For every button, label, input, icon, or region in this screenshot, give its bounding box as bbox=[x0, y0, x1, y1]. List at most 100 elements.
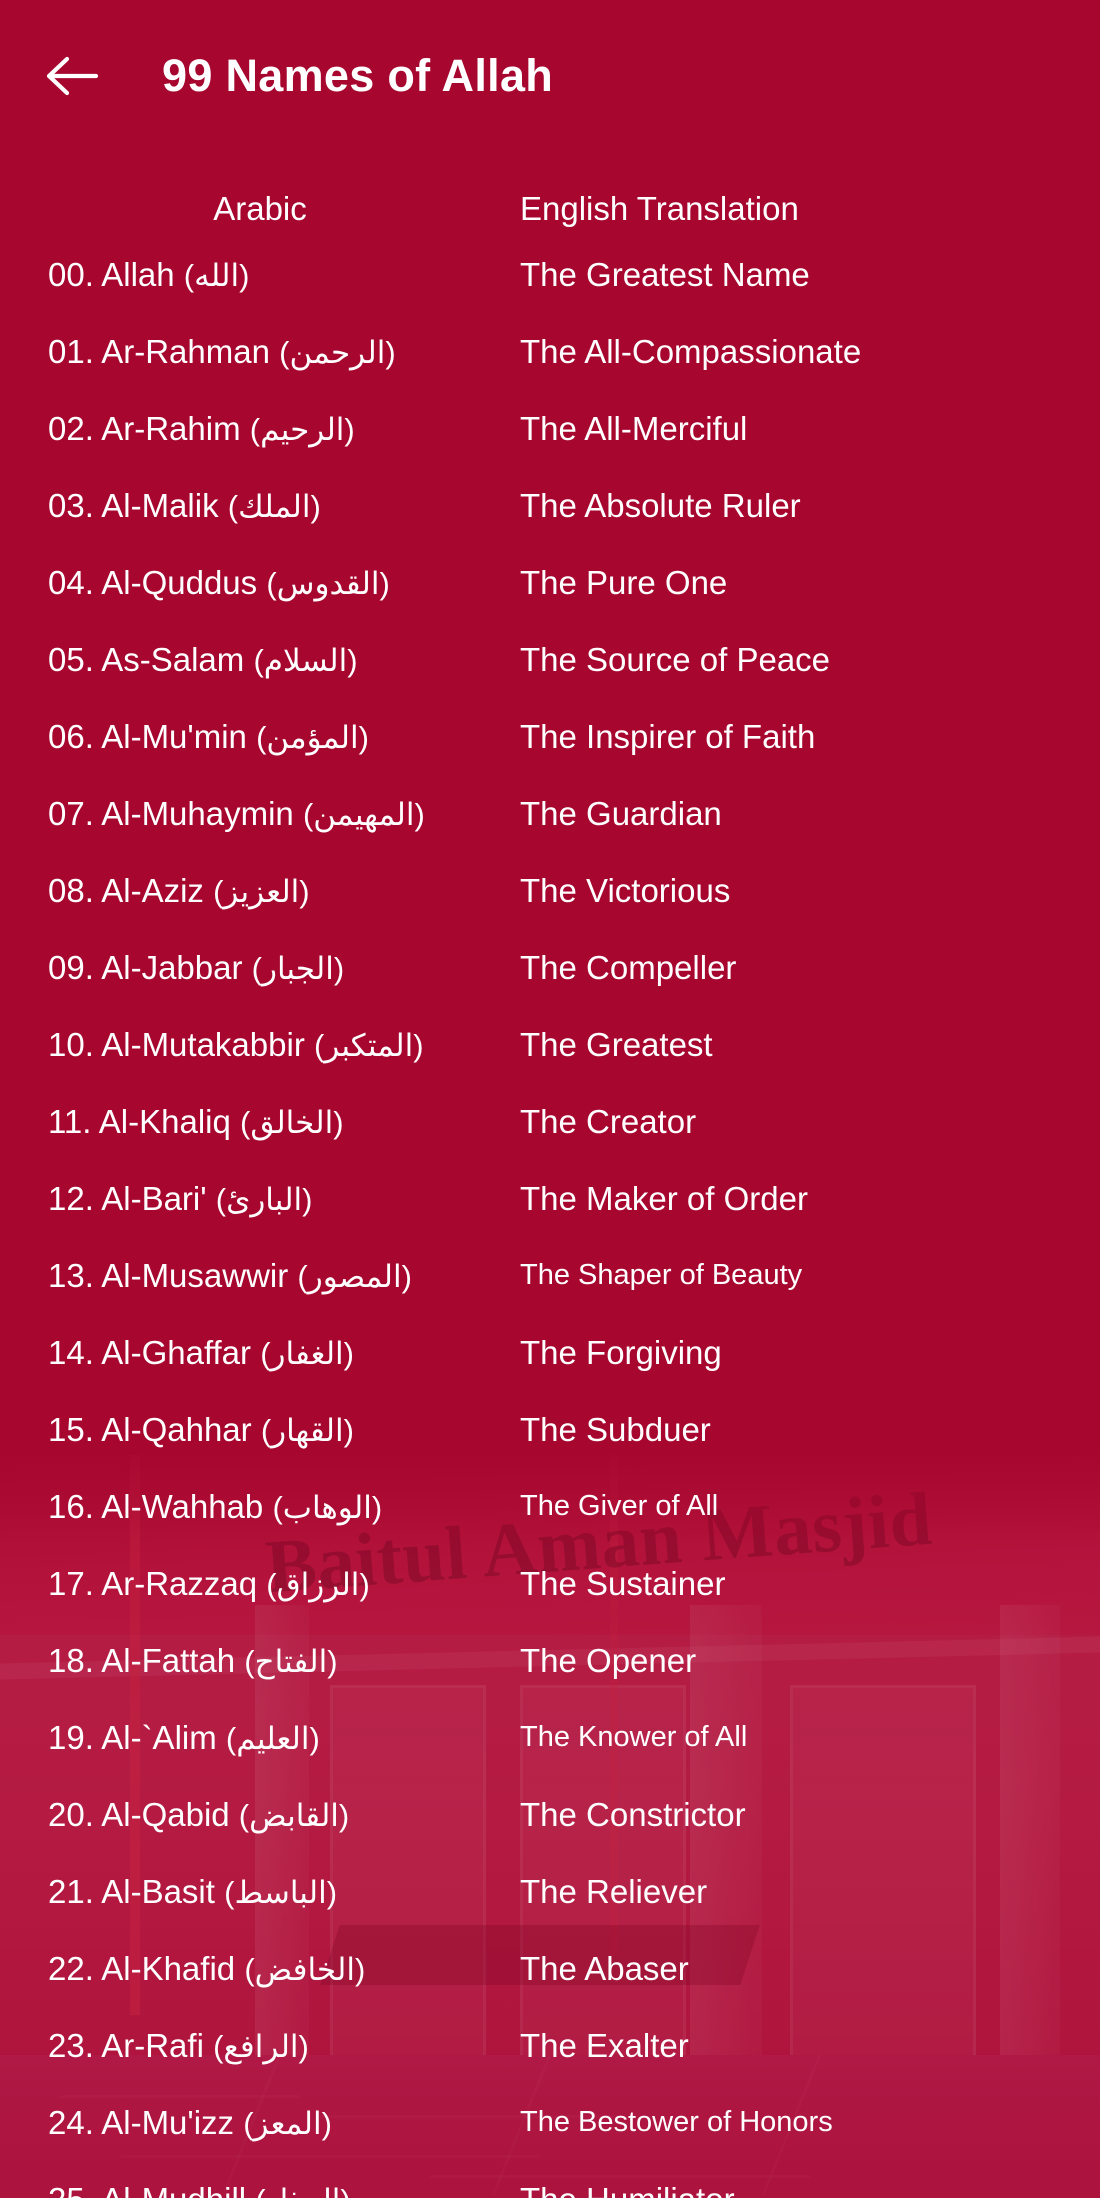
name-transliteration-cell: 04. Al-Quddus (القدوس) bbox=[0, 564, 520, 602]
table-row[interactable]: 22. Al-Khafid (الخافض) The Abaser bbox=[0, 1930, 1100, 2007]
name-latin: Al-Muhaymin bbox=[101, 794, 294, 832]
name-arabic: (المعز) bbox=[243, 2105, 332, 2141]
name-translation-cell: The Bestower of Honors bbox=[520, 2106, 833, 2138]
name-translation-cell: The Guardian bbox=[520, 794, 722, 832]
name-index: 04. bbox=[48, 563, 94, 601]
name-index: 24. bbox=[48, 2103, 94, 2141]
table-row[interactable]: 05. As-Salam (السلام) The Source of Peace bbox=[0, 621, 1100, 698]
name-transliteration-cell: 22. Al-Khafid (الخافض) bbox=[0, 1950, 520, 1988]
table-row[interactable]: 06. Al-Mu'min (المؤمن) The Inspirer of Fa… bbox=[0, 698, 1100, 775]
table-row[interactable]: 12. Al-Bari' (البارئ) The Maker of Order bbox=[0, 1160, 1100, 1237]
name-translation-cell: The Knower of All bbox=[520, 1721, 748, 1753]
name-translation-cell: The All-Merciful bbox=[520, 409, 748, 447]
name-latin: Al-Jabbar bbox=[101, 948, 243, 986]
app-root: Baitul Aman Masjid 99 Names of Allah Ara… bbox=[0, 0, 1100, 2198]
table-row[interactable]: 24. Al-Mu'izz (المعز) The Bestower of Hon… bbox=[0, 2084, 1100, 2161]
name-transliteration-cell: 07. Al-Muhaymin (المهيمن) bbox=[0, 795, 520, 833]
table-row[interactable]: 08. Al-Aziz (العزيز) The Victorious bbox=[0, 852, 1100, 929]
column-header-english: English Translation bbox=[520, 190, 799, 227]
name-index: 08. bbox=[48, 871, 94, 909]
name-transliteration-cell: 03. Al-Malik (الملك) bbox=[0, 487, 520, 525]
name-latin: Al-Bari' bbox=[101, 1179, 207, 1217]
table-row[interactable]: 07. Al-Muhaymin (المهيمن) The Guardian bbox=[0, 775, 1100, 852]
back-arrow-icon[interactable] bbox=[42, 45, 104, 107]
name-latin: Ar-Rafi bbox=[101, 2026, 204, 2064]
table-row[interactable]: 21. Al-Basit (الباسط) The Reliever bbox=[0, 1853, 1100, 1930]
name-arabic: (الرزاق) bbox=[266, 1566, 370, 1602]
name-transliteration-cell: 11. Al-Khaliq (الخالق) bbox=[0, 1103, 520, 1141]
name-index: 06. bbox=[48, 717, 94, 755]
table-row[interactable]: 00. Allah (الله) The Greatest Name bbox=[0, 236, 1100, 313]
name-arabic: (الخافض) bbox=[244, 1951, 366, 1987]
table-row[interactable]: 14. Al-Ghaffar (الغفار) The Forgiving bbox=[0, 1314, 1100, 1391]
name-translation-cell: The Shaper of Beauty bbox=[520, 1259, 803, 1291]
name-arabic: (الوهاب) bbox=[272, 1489, 383, 1525]
name-arabic: (الغفار) bbox=[260, 1335, 354, 1371]
name-index: 18. bbox=[48, 1641, 94, 1679]
name-arabic: (الرحمن) bbox=[279, 334, 396, 370]
names-list[interactable]: 00. Allah (الله) The Greatest Name 01. Ar-… bbox=[0, 232, 1100, 2198]
table-row[interactable]: 10. Al-Mutakabbir (المتكبر) The Greatest bbox=[0, 1006, 1100, 1083]
name-arabic: (الفتاح) bbox=[244, 1643, 338, 1679]
name-latin: Al-Qahhar bbox=[101, 1410, 252, 1448]
name-latin: Al-Basit bbox=[101, 1872, 215, 1910]
name-index: 10. bbox=[48, 1025, 94, 1063]
name-arabic: (المتكبر) bbox=[313, 1027, 424, 1063]
table-row[interactable]: 16. Al-Wahhab (الوهاب) The Giver of All bbox=[0, 1468, 1100, 1545]
table-row[interactable]: 17. Ar-Razzaq (الرزاق) The Sustainer bbox=[0, 1545, 1100, 1622]
name-arabic: (السلام) bbox=[253, 642, 358, 678]
name-index: 20. bbox=[48, 1795, 94, 1833]
name-latin: Al-Fattah bbox=[101, 1641, 236, 1679]
name-translation-cell: The Greatest bbox=[520, 1025, 713, 1063]
name-arabic: (الله) bbox=[183, 257, 250, 293]
table-row[interactable]: 13. Al-Musawwir (المصور) The Shaper of Be… bbox=[0, 1237, 1100, 1314]
name-translation-cell: The Greatest Name bbox=[520, 255, 810, 293]
name-latin: Al-Quddus bbox=[101, 563, 258, 601]
name-arabic: (العليم) bbox=[225, 1720, 320, 1756]
name-index: 21. bbox=[48, 1872, 94, 1910]
table-row[interactable]: 02. Ar-Rahim (الرحيم) The All-Merciful bbox=[0, 390, 1100, 467]
name-transliteration-cell: 15. Al-Qahhar (القهار) bbox=[0, 1411, 520, 1449]
name-translation-cell: The Forgiving bbox=[520, 1333, 722, 1371]
name-arabic: (الرافع) bbox=[213, 2028, 309, 2064]
name-translation-cell: The Creator bbox=[520, 1102, 697, 1140]
name-translation-cell: The Giver of All bbox=[520, 1490, 719, 1522]
name-transliteration-cell: 09. Al-Jabbar (الجبار) bbox=[0, 949, 520, 987]
name-latin: Al-Ghaffar bbox=[101, 1333, 252, 1371]
name-arabic: (الخالق) bbox=[240, 1104, 344, 1140]
name-index: 23. bbox=[48, 2026, 94, 2064]
name-latin: As-Salam bbox=[101, 640, 245, 678]
name-latin: Al-`Alim bbox=[101, 1718, 217, 1756]
table-row[interactable]: 20. Al-Qabid (القابض) The Constrictor bbox=[0, 1776, 1100, 1853]
name-transliteration-cell: 12. Al-Bari' (البارئ) bbox=[0, 1180, 520, 1218]
name-arabic: (الباسط) bbox=[224, 1874, 338, 1910]
app-bar: 99 Names of Allah bbox=[0, 0, 1100, 152]
table-row[interactable]: 18. Al-Fattah (الفتاح) The Opener bbox=[0, 1622, 1100, 1699]
table-row[interactable]: 15. Al-Qahhar (القهار) The Subduer bbox=[0, 1391, 1100, 1468]
name-arabic: (القهار) bbox=[260, 1412, 354, 1448]
name-translation-cell: The Inspirer of Faith bbox=[520, 717, 816, 755]
table-row[interactable]: 03. Al-Malik (الملك) The Absolute Ruler bbox=[0, 467, 1100, 544]
name-index: 25. bbox=[48, 2181, 94, 2198]
name-latin: Al-Khafid bbox=[101, 1949, 236, 1987]
name-arabic: (البارئ) bbox=[215, 1181, 313, 1217]
name-transliteration-cell: 20. Al-Qabid (القابض) bbox=[0, 1796, 520, 1834]
name-index: 01. bbox=[48, 332, 94, 370]
name-latin: Ar-Razzaq bbox=[101, 1564, 258, 1602]
name-transliteration-cell: 01. Ar-Rahman (الرحمن) bbox=[0, 333, 520, 371]
table-row[interactable]: 23. Ar-Rafi (الرافع) The Exalter bbox=[0, 2007, 1100, 2084]
table-row[interactable]: 11. Al-Khaliq (الخالق) The Creator bbox=[0, 1083, 1100, 1160]
name-latin: Al-Mudhill bbox=[101, 2181, 246, 2198]
name-index: 07. bbox=[48, 794, 94, 832]
table-row[interactable]: 19. Al-`Alim (العليم) The Knower of All bbox=[0, 1699, 1100, 1776]
name-latin: Al-Mu'min bbox=[101, 717, 247, 755]
name-transliteration-cell: 00. Allah (الله) bbox=[0, 256, 520, 294]
table-row[interactable]: 25. Al-Mudhill (المذل)The Humiliator bbox=[0, 2161, 1100, 2198]
name-transliteration-cell: 18. Al-Fattah (الفتاح) bbox=[0, 1642, 520, 1680]
table-row[interactable]: 01. Ar-Rahman (الرحمن) The All-Compassion… bbox=[0, 313, 1100, 390]
table-row[interactable]: 09. Al-Jabbar (الجبار) The Compeller bbox=[0, 929, 1100, 1006]
name-index: 17. bbox=[48, 1564, 94, 1602]
name-latin: Al-Mutakabbir bbox=[101, 1025, 305, 1063]
table-row[interactable]: 04. Al-Quddus (القدوس) The Pure One bbox=[0, 544, 1100, 621]
name-index: 13. bbox=[48, 1256, 94, 1294]
